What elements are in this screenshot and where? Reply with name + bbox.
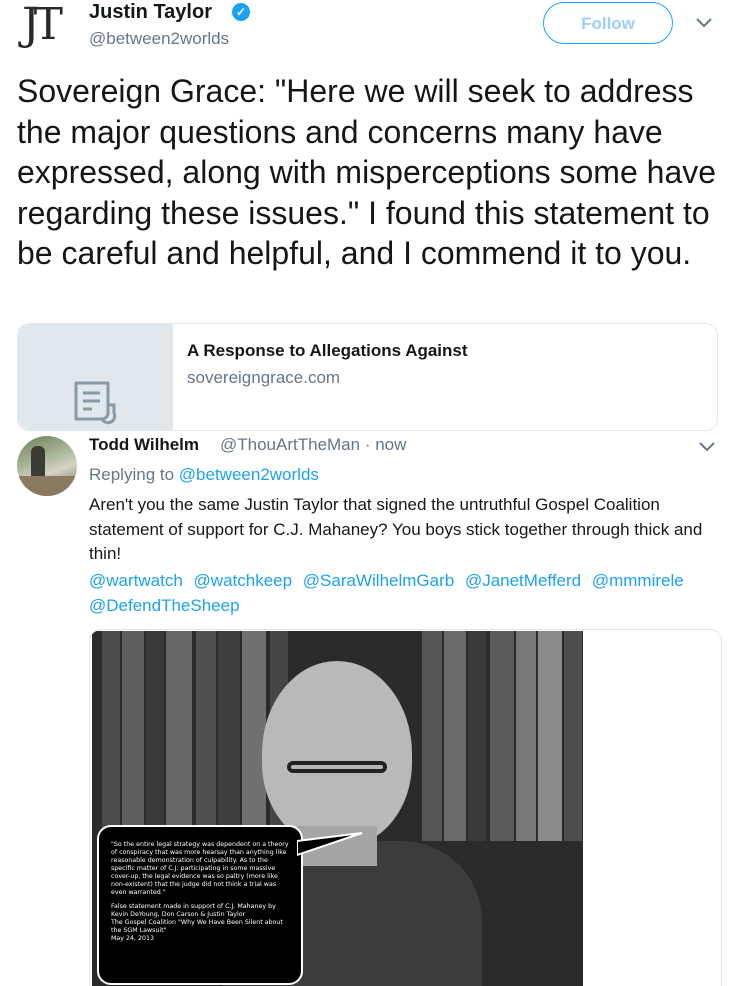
mention-link[interactable]: @JanetMefferd (465, 571, 581, 590)
avatar[interactable] (17, 436, 77, 496)
mention-link[interactable]: @watchkeep (194, 571, 293, 590)
mention-link[interactable]: @mmmirele (592, 571, 684, 590)
verified-badge-icon: ✓ (232, 3, 250, 21)
caption-quote: "So the entire legal strategy was depend… (111, 841, 289, 896)
caption-line: The Gospel Coalition "Why We Have Been S… (111, 919, 283, 934)
reply-handle-time[interactable]: @ThouArtTheMan · now (220, 435, 406, 455)
mentions-list: @wartwatch @watchkeep @SaraWilhelmGarb @… (89, 568, 729, 618)
caption-line: False statement made in support of C.J. … (111, 903, 276, 910)
card-title[interactable]: A Response to Allegations Against (187, 341, 468, 361)
mention-link[interactable]: @SaraWilhelmGarb (303, 571, 454, 590)
replying-to-link[interactable]: @between2worlds (179, 465, 319, 484)
speech-tail (297, 832, 363, 857)
replying-prefix: Replying to (89, 465, 175, 484)
author-name[interactable]: Justin Taylor (89, 0, 212, 24)
quote-caption: "So the entire legal strategy was depend… (97, 825, 303, 985)
chevron-down-icon[interactable] (693, 14, 715, 30)
caption-line: Kevin DeYoung, Don Carson & Justin Taylo… (111, 911, 246, 918)
media-attachment[interactable]: "So the entire legal strategy was depend… (89, 629, 722, 986)
author-logo[interactable]: JT (22, 3, 72, 47)
replying-to: Replying to @between2worlds (89, 465, 319, 485)
link-card[interactable]: A Response to Allegations Against sovere… (17, 323, 718, 431)
follow-button[interactable]: Follow (543, 2, 673, 44)
reply-text: Aren't you the same Justin Taylor that s… (89, 495, 703, 563)
caption-line: May 24, 2013 (111, 935, 155, 942)
mention-link[interactable]: @DefendTheSheep (89, 596, 240, 615)
chevron-down-icon[interactable] (697, 440, 717, 454)
mention-link[interactable]: @wartwatch (89, 571, 183, 590)
document-icon (74, 381, 117, 425)
reply-author-name[interactable]: Todd Wilhelm (89, 435, 199, 455)
author-handle[interactable]: @between2worlds (89, 28, 229, 50)
card-domain: sovereigngrace.com (187, 368, 341, 387)
attached-photo[interactable]: "So the entire legal strategy was depend… (92, 631, 583, 986)
tweet-text: Sovereign Grace: "Here we will seek to a… (17, 73, 717, 271)
card-thumbnail (18, 324, 173, 430)
